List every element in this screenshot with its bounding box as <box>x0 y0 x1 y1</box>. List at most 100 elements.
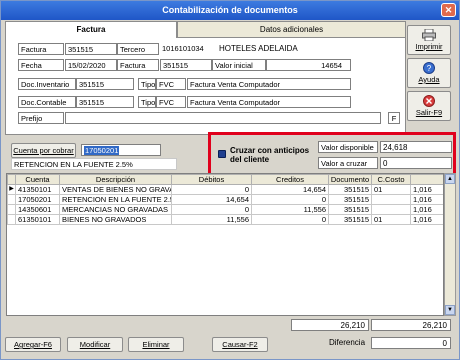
cell-extra: 1,016 <box>410 214 443 225</box>
col-debitos[interactable]: Débitos <box>171 174 252 185</box>
col-cuenta[interactable]: Cuenta <box>15 174 60 185</box>
close-icon[interactable]: ✕ <box>441 3 456 17</box>
col-creditos[interactable]: Creditos <box>251 174 329 185</box>
cuenta-field[interactable]: 17050201 <box>81 144 161 156</box>
title-bar: Contabilización de documentos ✕ <box>1 1 459 20</box>
cell-c-costo <box>371 194 411 205</box>
diferencia-field: 0 <box>371 337 451 349</box>
print-button[interactable]: Imprimir <box>407 25 451 55</box>
cell-creditos: 11,556 <box>251 204 329 215</box>
cell-documento: 351515 <box>328 194 372 205</box>
cell-debitos: 11,556 <box>171 214 252 225</box>
cell-descripcion: BIENES NO GRAVADOS <box>59 214 172 225</box>
diferencia-label: Diferencia <box>329 338 366 347</box>
cell-cuenta: 61350101 <box>15 214 60 225</box>
cell-extra: 1,016 <box>410 194 443 205</box>
flag-field: F <box>388 112 400 124</box>
tab-datos-adicionales[interactable]: Datos adicionales <box>177 21 406 37</box>
grid-header-indicator <box>7 174 16 185</box>
post-button[interactable]: Causar-F2 <box>212 337 268 352</box>
factura-field[interactable]: 351515 <box>65 43 117 55</box>
delete-label: Eliminar <box>142 340 170 349</box>
window-title: Contabilización de documentos <box>162 5 298 15</box>
cell-cuenta: 14350601 <box>15 204 60 215</box>
cuenta-por-cobrar-button[interactable]: Cuenta por cobrar <box>11 143 76 158</box>
print-label: Imprimir <box>415 42 443 51</box>
exit-button[interactable]: Salir-F9 <box>407 91 451 121</box>
row-pointer-icon: ▶ <box>7 184 16 195</box>
col-descripcion[interactable]: Descripción <box>59 174 172 185</box>
tab-factura-label: Factura <box>76 25 106 34</box>
svg-text:?: ? <box>427 64 432 73</box>
col-extra[interactable] <box>410 174 443 185</box>
cuenta-value: 17050201 <box>84 146 120 155</box>
cell-c-costo: 01 <box>371 184 411 195</box>
table-row[interactable]: 61350101 BIENES NO GRAVADOS 11,556 0 351… <box>7 214 443 225</box>
scroll-down-icon[interactable]: ▼ <box>445 305 455 315</box>
cell-documento: 351515 <box>328 204 372 215</box>
doc-cont-tipo-code[interactable]: FVC <box>156 96 186 108</box>
doc-contable-label: Doc.Contable <box>18 96 76 108</box>
valor-inicial-label: Valor inicial <box>212 59 266 71</box>
delete-button[interactable]: Eliminar <box>128 337 184 352</box>
tercero-label: Tercero <box>117 43 159 55</box>
exit-icon <box>423 95 435 107</box>
total-creditos: 26,210 <box>371 319 451 331</box>
cell-documento: 351515 <box>328 184 372 195</box>
col-c-costo[interactable]: C.Costo <box>371 174 411 185</box>
exit-label: Salir-F9 <box>415 108 443 117</box>
cell-cuenta: 41350101 <box>15 184 60 195</box>
invoice-panel: Factura 351515 Tercero 1016101034 HOTELE… <box>5 37 406 135</box>
prefijo-field[interactable] <box>65 112 381 124</box>
add-label: Agregar-F6 <box>14 340 52 349</box>
cell-descripcion: RETENCION EN LA FUENTE 2.5% <box>59 194 172 205</box>
highlight-box <box>208 132 456 178</box>
add-button[interactable]: Agregar-F6 <box>5 337 61 352</box>
cuenta-button-label: Cuenta por cobrar <box>13 146 74 155</box>
total-debitos: 26,210 <box>291 319 369 331</box>
table-row[interactable]: 17050201 RETENCION EN LA FUENTE 2.5% 14,… <box>7 194 443 205</box>
tab-factura[interactable]: Factura <box>5 21 177 38</box>
cell-c-costo <box>371 204 411 215</box>
fecha-field[interactable]: 15/02/2020 <box>65 59 117 71</box>
tab-datos-label: Datos adicionales <box>259 25 324 34</box>
scroll-up-icon[interactable]: ▲ <box>445 174 455 184</box>
post-label: Causar-F2 <box>222 340 258 349</box>
help-icon: ? <box>423 62 435 74</box>
table-row[interactable]: ▶ 41350101 VENTAS DE BIENES NO GRAVADA 0… <box>7 184 443 195</box>
doc-inv-tipo-code[interactable]: FVC <box>156 78 186 90</box>
cell-creditos: 0 <box>251 214 329 225</box>
factura2-field[interactable]: 351515 <box>160 59 212 71</box>
row-indicator <box>7 194 16 205</box>
cuenta-description: RETENCION EN LA FUENTE 2.5% <box>11 158 177 170</box>
row-indicator <box>7 204 16 215</box>
cell-debitos: 0 <box>171 204 252 215</box>
doc-inv-tipo-desc: Factura Venta Computador <box>187 78 351 90</box>
help-button[interactable]: ? Ayuda <box>407 58 451 88</box>
col-documento[interactable]: Documento <box>328 174 372 185</box>
doc-cont-tipo-desc: Factura Venta Computador <box>187 96 351 108</box>
row-indicator <box>7 214 16 225</box>
cell-cuenta: 17050201 <box>15 194 60 205</box>
entries-table: Cuenta Descripción Débitos Creditos Docu… <box>7 174 443 225</box>
doc-contable-field[interactable]: 351515 <box>76 96 134 108</box>
cell-c-costo: 01 <box>371 214 411 225</box>
cell-debitos: 14,654 <box>171 194 252 205</box>
cell-creditos: 14,654 <box>251 184 329 195</box>
valor-inicial-field[interactable]: 14654 <box>266 59 351 71</box>
doc-cont-tipo-label: Tipo <box>138 96 156 108</box>
cell-documento: 351515 <box>328 214 372 225</box>
entries-grid[interactable]: Cuenta Descripción Débitos Creditos Docu… <box>6 173 444 316</box>
factura-label: Factura <box>18 43 64 55</box>
grid-scrollbar[interactable]: ▲ ▼ <box>444 173 456 316</box>
doc-inventario-field[interactable]: 351515 <box>76 78 134 90</box>
doc-inventario-label: Doc.Inventario <box>18 78 76 90</box>
cell-descripcion: VENTAS DE BIENES NO GRAVADA <box>59 184 172 195</box>
edit-button[interactable]: Modificar <box>67 337 123 352</box>
tercero-name: HOTELES ADELAIDA <box>219 44 298 53</box>
cell-descripcion: MERCANCIAS NO GRAVADAS <box>59 204 172 215</box>
help-label: Ayuda <box>418 75 440 84</box>
prefijo-label: Prefijo <box>18 112 64 124</box>
tercero-code: 1016101034 <box>162 44 204 53</box>
table-row[interactable]: 14350601 MERCANCIAS NO GRAVADAS 0 11,556… <box>7 204 443 215</box>
